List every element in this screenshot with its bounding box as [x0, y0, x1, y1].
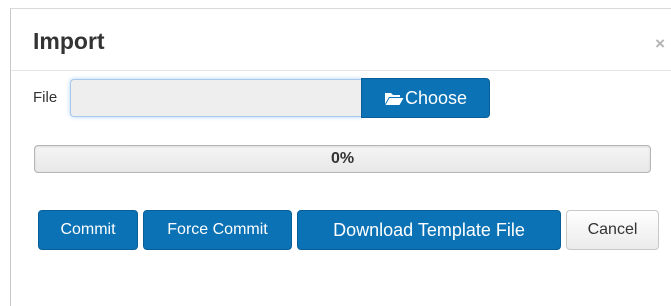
- choose-button-label: Choose: [404, 87, 468, 108]
- cancel-button[interactable]: Cancel: [566, 210, 659, 250]
- file-label: File: [33, 89, 58, 106]
- choose-file-button[interactable]: Choose: [361, 78, 490, 118]
- dialog-title: Import: [33, 28, 105, 54]
- file-path-input[interactable]: [70, 79, 362, 117]
- commit-button[interactable]: Commit: [38, 210, 138, 250]
- import-dialog: Import × File Choose 0% Commit Force Com…: [10, 8, 671, 306]
- progress-text: 0%: [330, 150, 355, 167]
- close-icon[interactable]: ×: [655, 35, 665, 52]
- page-background: [0, 0, 10, 306]
- dialog-header: Import ×: [11, 9, 671, 71]
- folder-open-icon: [384, 92, 404, 105]
- force-commit-button[interactable]: Force Commit: [143, 210, 292, 250]
- upload-progress-bar: 0%: [34, 145, 651, 173]
- download-template-button[interactable]: Download Template File: [297, 210, 561, 250]
